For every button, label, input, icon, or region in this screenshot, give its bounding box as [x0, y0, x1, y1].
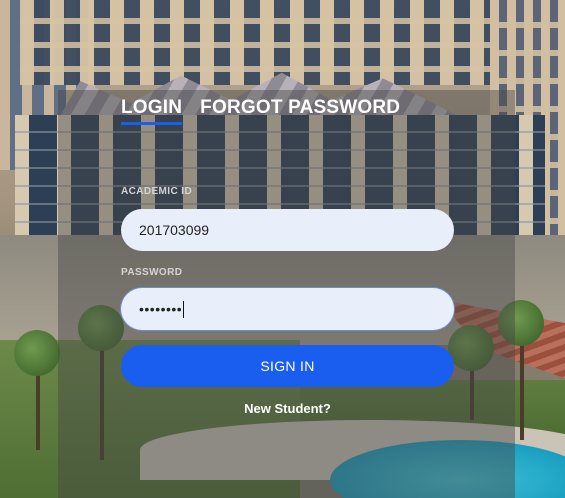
tab-login[interactable]: LOGIN [121, 97, 183, 125]
sign-in-button[interactable]: SIGN IN [121, 345, 454, 387]
background-tree-trunk [520, 330, 524, 440]
tab-forgot-password[interactable]: FORGOT PASSWORD [200, 97, 400, 125]
background-tree [14, 330, 60, 376]
auth-tabs: LOGIN FORGOT PASSWORD [121, 97, 400, 125]
password-input[interactable]: •••••••• [121, 288, 454, 330]
new-student-link[interactable]: New Student? [121, 401, 454, 416]
academic-id-input[interactable] [121, 209, 454, 251]
password-label: PASSWORD [121, 267, 183, 278]
password-masked-value: •••••••• [139, 301, 183, 317]
academic-id-label: ACADEMIC ID [121, 186, 193, 197]
text-caret [183, 300, 185, 318]
background-building-floors [20, 0, 500, 85]
